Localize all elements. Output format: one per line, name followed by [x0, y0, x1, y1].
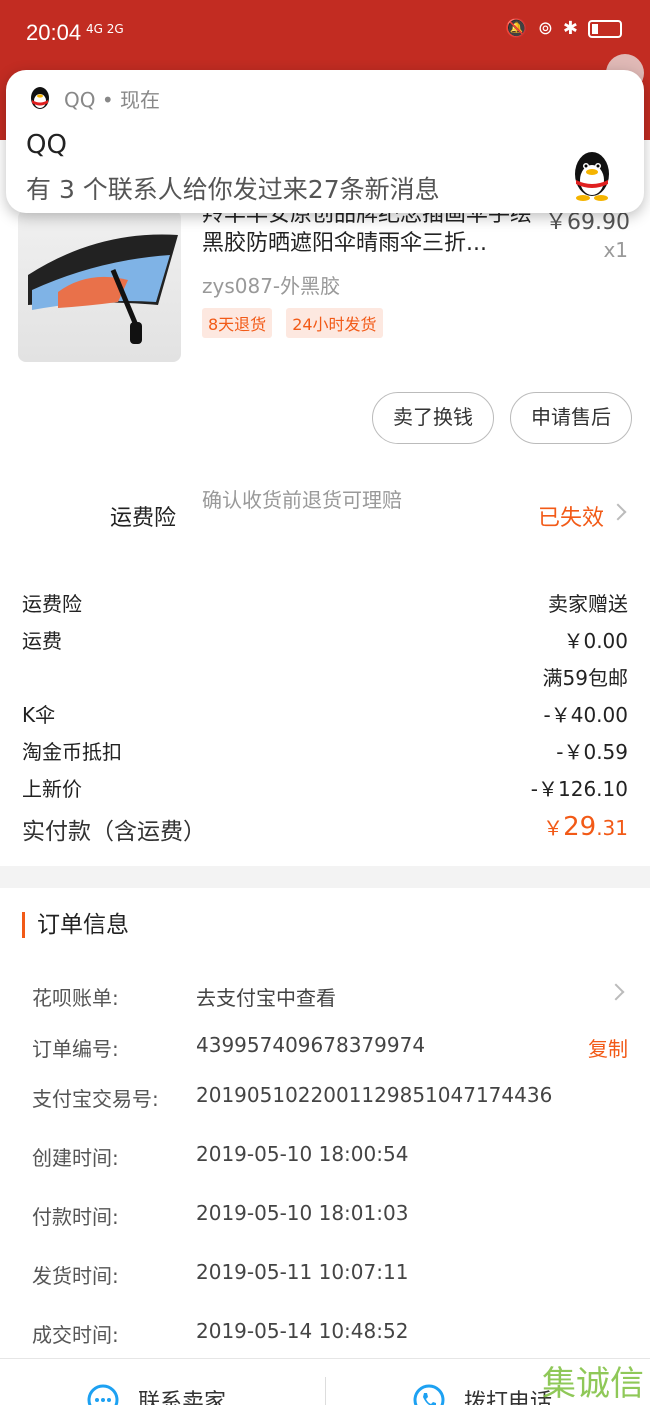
fee-value: -￥126.10 — [530, 777, 628, 801]
qq-notification[interactable]: QQ • 现在 QQ 有 3 个联系人给你发过来27条新消息 — [6, 70, 644, 213]
qq-penguin-icon — [575, 152, 609, 201]
order-info-title: 订单信息 — [22, 912, 129, 938]
section-divider — [0, 866, 650, 888]
info-label: 成交时间: — [32, 1323, 119, 1347]
phone-icon — [413, 1384, 445, 1405]
tag-shipping: 24小时发货 — [286, 308, 383, 338]
product-card[interactable]: 羚羊早安原创品牌纪念插画伞手绘黑胶防晒遮阳伞晴雨伞三折... ￥69.90 x1… — [0, 200, 650, 390]
chevron-right-icon — [609, 503, 627, 521]
mute-icon: 🔕 — [505, 18, 528, 39]
product-spec: zys087-外黑胶 — [202, 274, 341, 298]
call-button[interactable]: 拨打电话 — [412, 1383, 552, 1405]
sell-button[interactable]: 卖了换钱 — [372, 392, 494, 444]
fee-label: 运费 — [22, 629, 62, 653]
contact-seller-button[interactable]: 联系卖家 — [86, 1383, 226, 1405]
order-actions: 卖了换钱 申请售后 — [372, 392, 632, 444]
fee-value: ￥0.00 — [563, 629, 628, 653]
info-label: 发货时间: — [32, 1264, 119, 1288]
copy-button[interactable]: 复制 — [588, 1033, 628, 1062]
umbrella-image — [28, 234, 178, 344]
insurance-label: 运费险 — [110, 506, 177, 531]
info-value: 2019-05-14 10:48:52 — [196, 1319, 409, 1343]
insurance-description: 确认收货前退货可理赔 — [202, 488, 402, 512]
status-icons: 🔕 ⊚ ✱ — [505, 18, 622, 39]
chat-icon — [87, 1384, 119, 1405]
battery-icon — [588, 19, 622, 38]
qq-penguin-icon — [31, 86, 49, 109]
product-image[interactable] — [18, 210, 181, 362]
info-value: 2019051022001129851047174436 — [196, 1083, 553, 1107]
fee-label: 淘金币抵扣 — [22, 740, 122, 764]
lock-icon: ⊚ — [537, 18, 553, 39]
fee-label: 上新价 — [22, 777, 82, 801]
watermark: 集诚信 — [542, 1364, 644, 1404]
fee-value: 满59包邮 — [542, 666, 628, 690]
chevron-right-icon — [607, 983, 625, 1001]
bluetooth-icon: ✱ — [562, 18, 578, 39]
total-integer: 29 — [563, 812, 597, 842]
notification-message: 有 3 个联系人给你发过来27条新消息 — [26, 175, 440, 204]
info-label: 支付宝交易号: — [32, 1087, 159, 1111]
product-quantity: x1 — [603, 238, 628, 262]
info-value: 2019-05-10 18:00:54 — [196, 1142, 409, 1166]
call-label: 拨打电话 — [464, 1390, 553, 1405]
insurance-status: 已失效 — [537, 506, 604, 531]
info-label: 创建时间: — [32, 1146, 119, 1170]
info-label: 付款时间: — [32, 1205, 119, 1229]
product-tags: 8天退货 24小时发货 — [202, 308, 383, 338]
total-value: ￥29.31 — [543, 812, 628, 842]
info-value: 439957409678379974 — [196, 1033, 426, 1057]
fee-value: 卖家赠送 — [548, 592, 628, 616]
total-label: 实付款（含运费） — [22, 819, 206, 845]
network-indicator: 4G 2G — [86, 22, 124, 36]
tag-return: 8天退货 — [202, 308, 273, 338]
total-decimal: .31 — [596, 816, 628, 840]
after-sale-button[interactable]: 申请售后 — [510, 392, 632, 444]
fee-label: K伞 — [22, 703, 56, 727]
fee-value: -￥40.00 — [543, 703, 628, 727]
info-label: 花呗账单: — [32, 986, 119, 1010]
notification-app-row: QQ • 现在 — [28, 84, 160, 113]
info-label: 订单编号: — [32, 1037, 119, 1061]
clock: 20:04 — [26, 20, 82, 45]
info-value: 去支付宝中查看 — [196, 986, 336, 1010]
shipping-insurance-row[interactable]: 运费险 确认收货前退货可理赔 已失效 — [0, 478, 650, 550]
bottom-divider — [325, 1377, 326, 1405]
fee-value: -￥0.59 — [556, 740, 628, 764]
info-value: 2019-05-11 10:07:11 — [196, 1260, 409, 1284]
contact-seller-label: 联系卖家 — [138, 1390, 227, 1405]
fee-label: 运费险 — [22, 592, 82, 616]
notification-title: QQ — [26, 130, 67, 160]
info-value: 2019-05-10 18:01:03 — [196, 1201, 409, 1225]
status-bar: 20:04 4G 2G 🔕 ⊚ ✱ — [0, 0, 650, 70]
notification-app-label: QQ • 现在 — [64, 88, 160, 112]
currency-symbol: ￥ — [543, 816, 564, 840]
